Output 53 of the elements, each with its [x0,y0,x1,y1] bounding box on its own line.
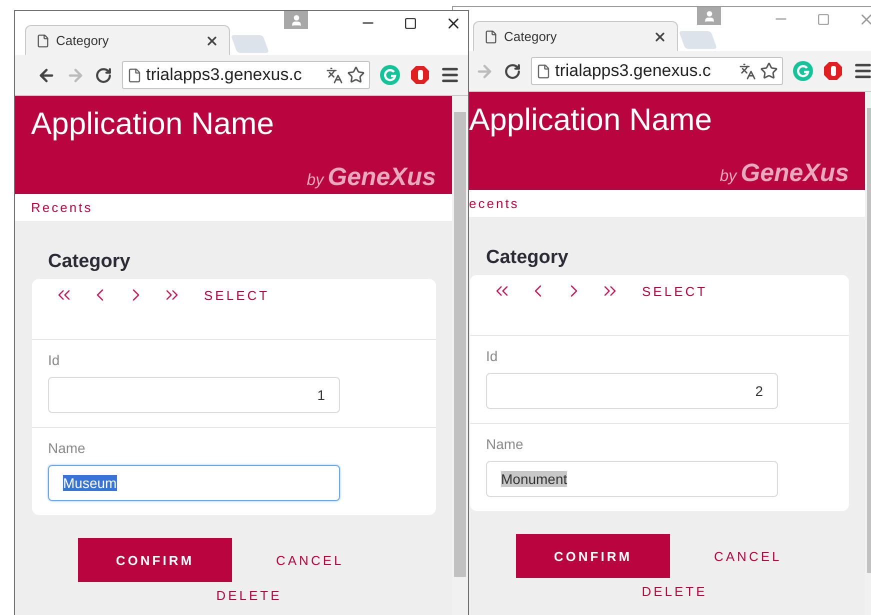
field-label: Id [486,348,499,364]
menu-icon[interactable] [853,61,871,81]
browser-tab[interactable]: Category [25,25,230,55]
field-label: Name [486,436,524,452]
confirm-button[interactable]: CONFIRM [78,538,232,582]
reload-icon[interactable] [95,66,112,84]
page-icon [536,64,551,78]
user-icon [290,14,302,26]
cancel-button[interactable]: CANCEL [276,552,344,568]
form-title: Category [48,251,132,273]
close-tab-icon[interactable] [205,34,219,48]
delete-button[interactable]: DELETE [642,584,708,599]
translate-icon[interactable] [326,66,343,84]
address-bar[interactable]: trialapps3.genexus.c [122,61,370,89]
select-button[interactable]: SELECT [204,288,270,303]
translate-icon[interactable] [739,62,756,80]
address-bar[interactable]: trialapps3.genexus.c [531,57,783,85]
page-icon [36,34,50,48]
close-tab-icon[interactable] [653,30,667,44]
brand-prefix: by [306,172,324,190]
menu-icon[interactable] [440,65,460,85]
page-icon [484,30,498,44]
brand-prefix: by [720,168,737,186]
stop-hand-icon[interactable] [823,61,843,81]
delete-button[interactable]: DELETE [216,588,282,603]
select-button[interactable]: SELECT [642,284,708,299]
input-field[interactable]: Monument [486,461,778,497]
maximize-icon[interactable] [404,16,417,30]
stop-hand-icon[interactable] [410,65,430,85]
brand-logo: GeneXus [740,159,849,188]
input-field[interactable]: 1 [48,377,340,413]
cancel-button[interactable]: CANCEL [714,548,782,564]
star-icon[interactable] [347,66,365,84]
tab-title: Category [56,33,110,48]
field-label: Id [48,352,61,368]
url-text: trialapps3.genexus.c [146,65,303,85]
brand-logo: GeneXus [328,163,436,192]
recents-link[interactable]: ecents [469,196,520,211]
star-icon[interactable] [760,62,778,80]
browser-tab[interactable]: Category [473,21,678,51]
confirm-button[interactable]: CONFIRM [516,534,670,578]
input-field[interactable]: Museum [48,465,340,501]
url-text: trialapps3.genexus.c [555,61,712,81]
field-label: Name [48,440,86,456]
user-icon [702,10,716,22]
page-icon [127,68,142,82]
form-title: Category [486,247,570,269]
input-field[interactable]: 2 [486,373,778,409]
recents-link[interactable]: Recents [31,200,93,215]
app-name: Application Name [469,102,713,138]
app-name: Application Name [31,106,275,142]
reload-icon[interactable] [504,62,521,80]
tab-title: Category [504,29,558,44]
